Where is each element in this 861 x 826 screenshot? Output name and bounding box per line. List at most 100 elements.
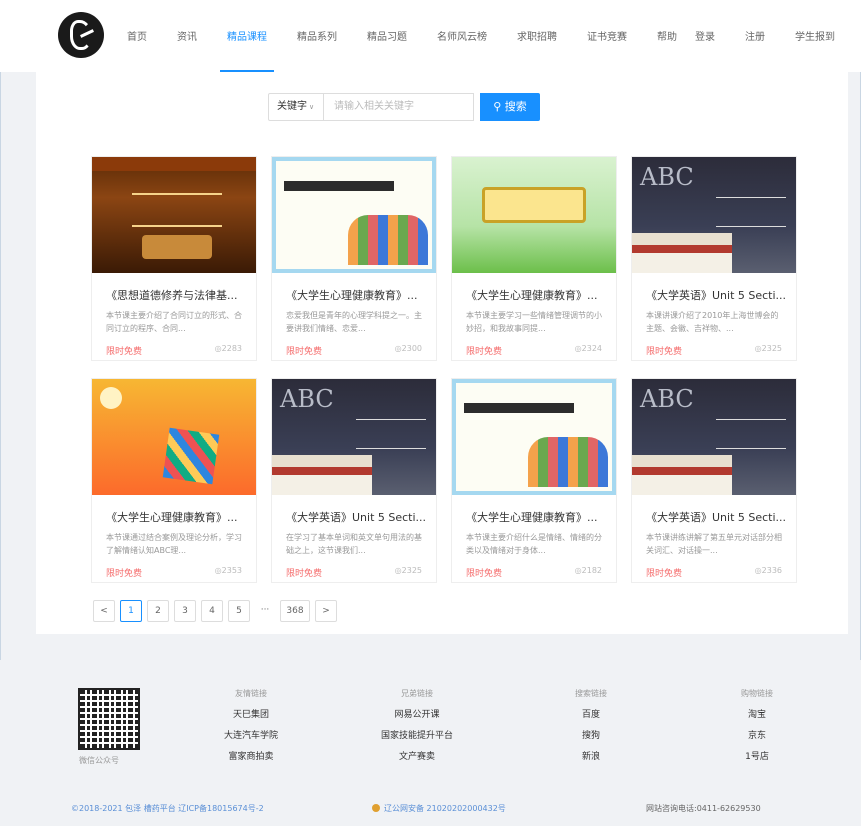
- footer-column-search: 搜索链接 百度 搜狗 新浪: [536, 688, 646, 770]
- view-count: ◎2325: [394, 566, 422, 575]
- nav-home[interactable]: 首页: [112, 0, 162, 72]
- footer-column-brothers: 兄弟链接 网易公开课 国家技能提升平台 文产赛卖: [362, 688, 472, 770]
- course-title[interactable]: 《大学生心理健康教育》...: [106, 509, 246, 525]
- course-thumbnail[interactable]: ABC: [272, 379, 436, 495]
- course-price: 限时免费: [106, 569, 143, 579]
- course-card[interactable]: 《大学生心理健康教育》... 恋爱我但是青年的心理学科提之一。主要讲我们情绪、恋…: [271, 156, 437, 361]
- contact-phone: 网站咨询电话:0411-62629530: [646, 804, 761, 813]
- course-description: 本课讲课介绍了2010年上海世博会的主题、会徽、吉祥物、...: [646, 311, 779, 333]
- course-thumbnail[interactable]: [92, 157, 256, 273]
- page-ellipsis[interactable]: ···: [255, 600, 275, 622]
- course-card[interactable]: ABC 《大学英语》Unit 5 Secti... 在学习了基本单词和英文单句用…: [271, 378, 437, 583]
- footer-column-heading: 友情链接: [235, 689, 267, 698]
- nav-teachers[interactable]: 名师风云榜: [422, 0, 502, 72]
- site-logo[interactable]: [58, 12, 104, 58]
- course-price: 限时免费: [646, 569, 683, 579]
- course-card[interactable]: 《大学生心理健康教育》... 本节课主要学习一些情绪管理调节的小妙招，和我故事同…: [451, 156, 617, 361]
- page-button-4[interactable]: 4: [201, 600, 223, 622]
- view-count: ◎2283: [214, 344, 242, 353]
- nav-certificates[interactable]: 证书竞赛: [572, 0, 642, 72]
- course-description: 本节课主要介绍了合同订立的形式、合同订立的程序、合同...: [106, 311, 242, 333]
- page-button-3[interactable]: 3: [174, 600, 196, 622]
- search-type-select[interactable]: 关键字 ∨: [268, 93, 324, 121]
- pagination: < 1 2 3 4 5 ··· 368 >: [93, 600, 342, 622]
- footer-link[interactable]: 新浪: [536, 749, 646, 762]
- course-thumbnail[interactable]: ABC: [632, 379, 796, 495]
- course-title[interactable]: 《大学英语》Unit 5 Secti...: [286, 509, 426, 525]
- footer-link[interactable]: 淘宝: [702, 707, 812, 720]
- eye-icon: ◎: [574, 344, 582, 353]
- eye-icon: ◎: [394, 566, 402, 575]
- course-description: 本节课主要介绍什么是情绪、情绪的分类以及情绪对于身体...: [466, 533, 602, 555]
- course-title[interactable]: 《大学英语》Unit 5 Secti...: [646, 287, 786, 303]
- eye-icon: ◎: [574, 566, 582, 575]
- footer-column-heading: 购物链接: [741, 689, 773, 698]
- course-title[interactable]: 《大学生心理健康教育》...: [286, 287, 426, 303]
- next-page-button[interactable]: >: [315, 600, 337, 622]
- view-count: ◎2336: [754, 566, 782, 575]
- police-record[interactable]: 辽公网安备 21020202000432号: [372, 803, 506, 814]
- course-description: 恋爱我但是青年的心理学科提之一。主要讲我们情绪、恋爱...: [286, 311, 422, 333]
- course-thumbnail[interactable]: [452, 157, 616, 273]
- top-header: 首页 资讯 精品课程 精品系列 精品习题 名师风云榜 求职招聘 证书竞赛 帮助 …: [0, 0, 861, 72]
- course-title[interactable]: 《思想道德修养与法律基...: [106, 287, 246, 303]
- footer-link[interactable]: 1号店: [702, 749, 812, 762]
- search-icon: ⚲: [493, 100, 505, 113]
- nav-series[interactable]: 精品系列: [282, 0, 352, 72]
- main-nav: 首页 资讯 精品课程 精品系列 精品习题 名师风云榜 求职招聘 证书竞赛 帮助: [112, 0, 692, 72]
- search-input[interactable]: 请输入相关关键字: [324, 93, 474, 121]
- footer-column-heading: 搜索链接: [575, 689, 607, 698]
- nav-jobs[interactable]: 求职招聘: [502, 0, 572, 72]
- eye-icon: ◎: [394, 344, 402, 353]
- course-thumbnail[interactable]: [272, 157, 436, 273]
- nav-news[interactable]: 资讯: [162, 0, 212, 72]
- course-card[interactable]: ABC 《大学英语》Unit 5 Secti... 本节课讲练讲解了第五单元对话…: [631, 378, 797, 583]
- page-button-5[interactable]: 5: [228, 600, 250, 622]
- footer-link[interactable]: 国家技能提升平台: [362, 728, 472, 741]
- page-button-1[interactable]: 1: [120, 600, 142, 622]
- course-price: 限时免费: [286, 347, 323, 357]
- course-card[interactable]: ABC 《大学英语》Unit 5 Secti... 本课讲课介绍了2010年上海…: [631, 156, 797, 361]
- footer-link[interactable]: 大连汽车学院: [196, 728, 306, 741]
- course-description: 在学习了基本单词和英文单句用法的基础之上，这节课我们...: [286, 533, 422, 555]
- page-button-2[interactable]: 2: [147, 600, 169, 622]
- footer-link[interactable]: 百度: [536, 707, 646, 720]
- course-title[interactable]: 《大学生心理健康教育》...: [466, 509, 606, 525]
- course-thumbnail[interactable]: [452, 379, 616, 495]
- course-thumbnail[interactable]: [92, 379, 256, 495]
- course-card[interactable]: 《大学生心理健康教育》... 本节课主要介绍什么是情绪、情绪的分类以及情绪对于身…: [451, 378, 617, 583]
- nav-courses[interactable]: 精品课程: [212, 0, 282, 72]
- footer-link[interactable]: 京东: [702, 728, 812, 741]
- view-count: ◎2324: [574, 344, 602, 353]
- view-count: ◎2182: [574, 566, 602, 575]
- course-price: 限时免费: [286, 569, 323, 579]
- login-link[interactable]: 登录: [695, 0, 715, 72]
- footer-link[interactable]: 搜狗: [536, 728, 646, 741]
- course-description: 本节课主要学习一些情绪管理调节的小妙招，和我故事同提...: [466, 311, 602, 333]
- view-count: ◎2353: [214, 566, 242, 575]
- course-card[interactable]: 《大学生心理健康教育》... 本节课通过结合案例及理论分析，学习了解情绪认知AB…: [91, 378, 257, 583]
- search-type-label: 关键字: [277, 101, 307, 112]
- course-card[interactable]: 《思想道德修养与法律基... 本节课主要介绍了合同订立的形式、合同订立的程序、合…: [91, 156, 257, 361]
- search-bar: 关键字 ∨ 请输入相关关键字 ⚲ 搜索: [268, 93, 540, 121]
- page-button-last[interactable]: 368: [280, 600, 310, 622]
- copyright-text[interactable]: ©2018-2021 包泽 槽药平台 辽ICP备18015674号-2: [71, 803, 264, 814]
- footer-link[interactable]: 天巳集团: [196, 707, 306, 720]
- search-button[interactable]: ⚲ 搜索: [480, 93, 540, 121]
- chevron-down-icon: ∨: [309, 103, 315, 111]
- nav-exercises[interactable]: 精品习题: [352, 0, 422, 72]
- view-count: ◎2300: [394, 344, 422, 353]
- footer-link[interactable]: 文产赛卖: [362, 749, 472, 762]
- student-report-link[interactable]: 学生报到: [795, 0, 835, 72]
- course-title[interactable]: 《大学生心理健康教育》...: [466, 287, 606, 303]
- course-price: 限时免费: [106, 347, 143, 357]
- prev-page-button[interactable]: <: [93, 600, 115, 622]
- register-link[interactable]: 注册: [745, 0, 765, 72]
- footer-link[interactable]: 网易公开课: [362, 707, 472, 720]
- course-thumbnail[interactable]: ABC: [632, 157, 796, 273]
- course-description: 本节课通过结合案例及理论分析，学习了解情绪认知ABC理...: [106, 533, 242, 555]
- course-description: 本节课讲练讲解了第五单元对话部分相关词汇、对话操一...: [646, 533, 782, 555]
- qr-code: [78, 688, 140, 750]
- footer-link[interactable]: 富家商拍卖: [196, 749, 306, 762]
- course-title[interactable]: 《大学英语》Unit 5 Secti...: [646, 509, 786, 525]
